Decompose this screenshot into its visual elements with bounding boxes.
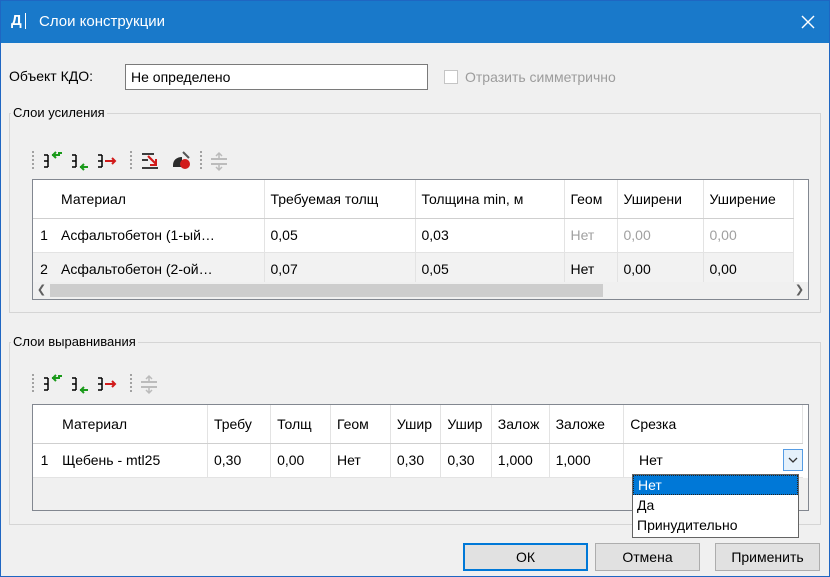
apply-button[interactable]: Применить — [715, 543, 820, 571]
object-label: Объект КДО: — [9, 68, 93, 84]
column-header[interactable]: Залож — [491, 405, 550, 444]
dropdown-option[interactable]: Да — [633, 495, 798, 515]
scroll-right-icon[interactable]: ❯ — [791, 282, 808, 299]
close-button[interactable] — [793, 7, 823, 37]
table-cell[interactable]: Нет — [564, 252, 618, 287]
app-icon-letter: Д — [11, 12, 22, 29]
close-icon — [801, 15, 815, 29]
cut-dropdown-list: Нет Да Принудительно — [632, 474, 799, 538]
column-header[interactable]: Материал — [55, 180, 265, 219]
insert-row-before-icon[interactable] — [41, 149, 65, 173]
title-bar[interactable]: Д Слои конструкции — [1, 1, 829, 43]
insert-row-after-icon[interactable] — [69, 149, 93, 173]
cut-combo-button[interactable] — [783, 449, 803, 471]
table-cell[interactable]: 0,05 — [415, 252, 565, 287]
leveling-title: Слои выравнивания — [11, 334, 138, 349]
row-number: 1 — [33, 443, 57, 478]
table-cell[interactable]: 0,00 — [703, 252, 794, 287]
cut-combo[interactable]: Нет — [633, 444, 807, 477]
column-header[interactable]: Толщ — [270, 405, 331, 444]
table-row[interactable]: 1 Асфальтобетон (1-ый… 0,05 0,03 Нет 0,0… — [33, 218, 794, 253]
material-cell[interactable]: Щебень - mtl25 — [56, 443, 209, 478]
cut-combo-value: Нет — [639, 452, 663, 468]
column-header[interactable]: Геом — [564, 180, 618, 219]
horizontal-scrollbar[interactable]: ❮ ❯ — [33, 282, 808, 299]
column-header[interactable]: Материал — [56, 405, 209, 444]
scroll-thumb[interactable] — [50, 284, 603, 297]
row-number: 1 — [33, 218, 55, 253]
table-cell[interactable]: 0,05 — [264, 218, 416, 253]
leveling-toolbar — [31, 369, 211, 399]
delete-row-icon[interactable] — [95, 372, 119, 396]
column-header[interactable]: Требуемая толщ — [264, 180, 416, 219]
insert-row-after-icon[interactable] — [69, 372, 93, 396]
material-cell[interactable]: Асфальтобетон (1-ый… — [55, 218, 265, 253]
table-cell[interactable]: 1,000 — [549, 443, 625, 478]
scroll-left-icon[interactable]: ❮ — [33, 282, 50, 299]
object-field[interactable]: Не определено — [125, 64, 428, 90]
reinforcement-toolbar — [31, 146, 291, 176]
dropdown-option[interactable]: Нет — [633, 475, 798, 495]
reinforcement-grid: Материал Требуемая толщ Толщина min, м Г… — [32, 179, 809, 300]
leveling-header-row: Материал Требу Толщ Геом Ушир Ушир Залож… — [33, 405, 803, 444]
table-cell[interactable]: 0,00 — [617, 252, 704, 287]
column-header[interactable]: Уширени — [617, 180, 704, 219]
column-header[interactable]: Ушир — [440, 405, 492, 444]
dialog-window: Д Слои конструкции Объект КДО: Не опреде… — [0, 0, 830, 577]
column-header[interactable]: Ушир — [390, 405, 442, 444]
table-cell[interactable]: 0,03 — [415, 218, 565, 253]
table-cell[interactable]: 0,30 — [207, 443, 272, 478]
ok-button[interactable]: ОК — [463, 543, 588, 571]
table-cell[interactable]: 0,00 — [703, 218, 794, 253]
column-header[interactable]: Заложе — [549, 405, 625, 444]
app-icon: Д — [11, 11, 33, 31]
reinforcement-header-row: Материал Требуемая толщ Толщина min, м Г… — [33, 180, 794, 219]
clear-icon[interactable] — [169, 149, 193, 173]
window-title: Слои конструкции — [39, 13, 165, 30]
material-cell[interactable]: Асфальтобетон (2-ой… — [55, 252, 265, 287]
table-cell[interactable]: Нет — [330, 443, 391, 478]
dropdown-option[interactable]: Принудительно — [633, 515, 798, 535]
column-header[interactable]: Требу — [207, 405, 272, 444]
table-cell[interactable]: 0,07 — [264, 252, 416, 287]
mirror-checkbox[interactable] — [444, 70, 458, 84]
layer-settings-icon[interactable] — [137, 372, 161, 396]
mirror-label: Отразить симметрично — [465, 69, 616, 85]
column-header[interactable]: Срезка — [623, 405, 803, 444]
table-cell[interactable]: 0,00 — [617, 218, 704, 253]
table-cell[interactable]: 1,000 — [491, 443, 550, 478]
table-cell[interactable]: 0,00 — [270, 443, 331, 478]
chevron-down-icon — [788, 457, 798, 463]
table-cell[interactable]: Нет — [564, 218, 618, 253]
import-icon[interactable] — [139, 149, 163, 173]
column-header[interactable]: Толщина min, м — [415, 180, 565, 219]
insert-row-before-icon[interactable] — [41, 372, 65, 396]
delete-row-icon[interactable] — [95, 149, 119, 173]
table-row[interactable]: 2 Асфальтобетон (2-ой… 0,07 0,05 Нет 0,0… — [33, 252, 794, 287]
row-number: 2 — [33, 252, 55, 287]
corner-cell — [33, 405, 57, 444]
reinforcement-title: Слои усиления — [11, 105, 107, 120]
cancel-button[interactable]: Отмена — [595, 543, 700, 571]
corner-cell — [33, 180, 55, 219]
table-cell[interactable]: 0,30 — [440, 443, 492, 478]
table-cell[interactable]: 0,30 — [390, 443, 442, 478]
column-header[interactable]: Уширение — [703, 180, 794, 219]
column-header[interactable]: Геом — [330, 405, 391, 444]
layer-settings-icon[interactable] — [207, 149, 231, 173]
